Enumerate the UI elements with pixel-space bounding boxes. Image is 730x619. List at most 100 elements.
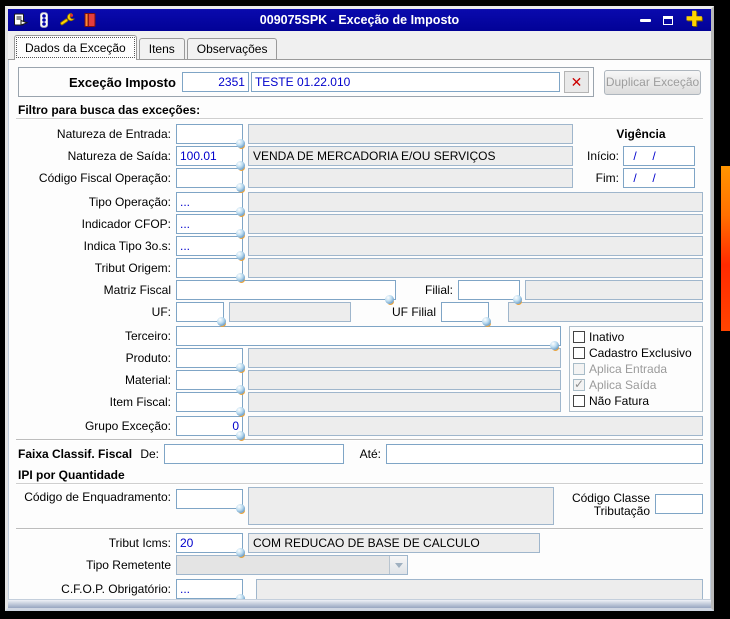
faixa-heading: Faixa Classif. Fiscal xyxy=(18,447,133,461)
exception-header-row: Exceção Imposto ✕ Duplicar Exceção xyxy=(18,67,701,97)
lookup-icon[interactable] xyxy=(236,273,245,282)
indica-tipo-input[interactable] xyxy=(176,236,243,256)
checkbox-nao-fatura[interactable]: Não Fatura xyxy=(573,394,699,408)
checkbox-box-icon[interactable] xyxy=(573,347,585,359)
cfop-obrigatorio-desc xyxy=(256,579,703,599)
lookup-icon[interactable] xyxy=(236,385,245,394)
produto-input[interactable] xyxy=(176,348,243,368)
chevron-down-icon[interactable] xyxy=(389,556,407,574)
lookup-icon[interactable] xyxy=(236,431,245,440)
uf-filial-desc xyxy=(508,302,703,322)
indicador-cfop-input[interactable] xyxy=(176,214,243,234)
item-fiscal-desc xyxy=(248,392,561,412)
checkbox-box-icon[interactable] xyxy=(573,331,585,343)
faixa-ate-input[interactable] xyxy=(386,444,703,464)
codigo-fiscal-input[interactable] xyxy=(176,168,243,188)
material-input[interactable] xyxy=(176,370,243,390)
indica-tipo-desc xyxy=(248,236,703,256)
lookup-icon[interactable] xyxy=(236,229,245,238)
window-bottom-frame xyxy=(8,600,711,608)
checkbox-box-icon xyxy=(573,363,585,375)
exception-label: Exceção Imposto xyxy=(69,74,176,90)
field-row-indicador-cfop: Indicador CFOP: xyxy=(16,214,703,238)
cfop-obrigatorio-input[interactable] xyxy=(176,579,243,599)
uf-desc xyxy=(229,302,351,322)
field-row-uf: UF: UF Filial xyxy=(16,302,703,326)
delete-exception-button[interactable]: ✕ xyxy=(564,71,589,93)
traffic-light-icon[interactable] xyxy=(36,12,52,28)
field-row-tribut-origem: Tribut Origem: xyxy=(16,258,703,282)
tipo-operacao-input[interactable] xyxy=(176,192,243,212)
form-export-icon[interactable] xyxy=(13,12,29,28)
duplicate-exception-button[interactable]: Duplicar Exceção xyxy=(604,69,701,95)
lookup-icon[interactable] xyxy=(236,504,245,513)
lookup-icon[interactable] xyxy=(217,317,226,326)
tab-dados-da-excecao[interactable]: Dados da Exceção xyxy=(14,35,137,60)
checkbox-cadastro-exclusivo[interactable]: Cadastro Exclusivo xyxy=(573,346,699,360)
field-row-item-fiscal: Item Fiscal: xyxy=(16,392,561,416)
filial-input[interactable] xyxy=(458,280,520,300)
wrench-key-icon[interactable] xyxy=(59,12,75,28)
lookup-icon[interactable] xyxy=(236,139,245,148)
separator xyxy=(16,439,703,441)
window-controls: ✚ xyxy=(640,9,711,30)
lookup-icon[interactable] xyxy=(236,407,245,416)
exception-code-input[interactable] xyxy=(181,72,249,92)
lookup-icon[interactable] xyxy=(236,161,245,170)
checkbox-box-icon[interactable] xyxy=(573,395,585,407)
vigencia-inicio-input[interactable] xyxy=(623,146,695,166)
tribut-icms-desc: COM REDUCAO DE BASE DE CALCULO xyxy=(248,533,540,553)
lookup-icon[interactable] xyxy=(236,207,245,216)
top-grid: Natureza de Entrada: Natureza de Saída: … xyxy=(16,122,703,192)
field-row-cfop-obrigatorio: C.F.O.P. Obrigatório: xyxy=(16,579,256,599)
tipo-remetente-select[interactable] xyxy=(176,555,408,575)
material-desc xyxy=(248,370,561,390)
tribut-origem-input[interactable] xyxy=(176,258,243,278)
enquadramento-input[interactable] xyxy=(176,489,243,509)
classe-tributacao-input[interactable] xyxy=(655,494,703,514)
tribut-origem-desc xyxy=(248,258,703,278)
natureza-entrada-desc xyxy=(248,124,573,144)
vigencia-inicio-row: Início: xyxy=(579,146,703,166)
vigencia-fim-input[interactable] xyxy=(623,168,695,188)
checkbox-box-icon xyxy=(573,377,585,391)
terceiro-input[interactable] xyxy=(176,326,561,346)
field-row-indica-tipo: Indica Tipo 3o.s: xyxy=(16,236,703,260)
lookup-icon[interactable] xyxy=(236,183,245,192)
window-title: 009075SPK - Exceção de Imposto xyxy=(259,13,460,27)
field-row-tipo-remetente: Tipo Remetente xyxy=(16,555,703,575)
lookup-icon[interactable] xyxy=(385,295,394,304)
cfop-grid: C.F.O.P. Obrigatório: 5.6 - Código Inf.A… xyxy=(16,577,703,599)
natureza-saida-input[interactable] xyxy=(176,146,243,166)
delete-x-icon: ✕ xyxy=(570,74,583,90)
lookup-icon[interactable] xyxy=(236,363,245,372)
faixa-de-input[interactable] xyxy=(164,444,344,464)
checkbox-inativo[interactable]: Inativo xyxy=(573,330,699,344)
checkbox-aplica-saida: Aplica Saída xyxy=(573,377,699,392)
lookup-icon[interactable] xyxy=(550,341,559,350)
tribut-icms-input[interactable] xyxy=(176,533,243,553)
maximize-icon[interactable] xyxy=(663,15,674,25)
background-accent-strip xyxy=(721,166,730,331)
field-row-tribut-icms: Tribut Icms: COM REDUCAO DE BASE DE CALC… xyxy=(16,533,703,557)
book-icon[interactable] xyxy=(82,12,98,28)
lookup-icon[interactable] xyxy=(482,317,491,326)
lookup-icon[interactable] xyxy=(236,251,245,260)
natureza-entrada-input[interactable] xyxy=(176,124,243,144)
field-row-produto: Produto: xyxy=(16,348,561,372)
lookup-icon[interactable] xyxy=(513,295,522,304)
tab-itens[interactable]: Itens xyxy=(138,38,185,59)
matriz-fiscal-input[interactable] xyxy=(176,280,396,300)
exception-name-input[interactable] xyxy=(250,72,560,92)
tab-observacoes[interactable]: Observações xyxy=(186,38,278,59)
item-fiscal-input[interactable] xyxy=(176,392,243,412)
tabstrip: Dados da Exceção Itens Observações xyxy=(8,31,711,60)
grupo-excecao-input[interactable] xyxy=(176,416,243,436)
flags-groupbox: Inativo Cadastro Exclusivo Aplica Entrad… xyxy=(569,326,703,412)
lookup-icon[interactable] xyxy=(236,548,245,557)
minimize-icon[interactable] xyxy=(640,18,652,22)
field-row-faixa: Faixa Classif. Fiscal De: Até: xyxy=(16,444,703,464)
mid-grid: Terceiro: Produto: Material: Item Fiscal… xyxy=(16,324,703,416)
tab-content: Exceção Imposto ✕ Duplicar Exceção Filtr… xyxy=(8,60,711,600)
close-plus-icon[interactable]: ✚ xyxy=(685,9,703,30)
